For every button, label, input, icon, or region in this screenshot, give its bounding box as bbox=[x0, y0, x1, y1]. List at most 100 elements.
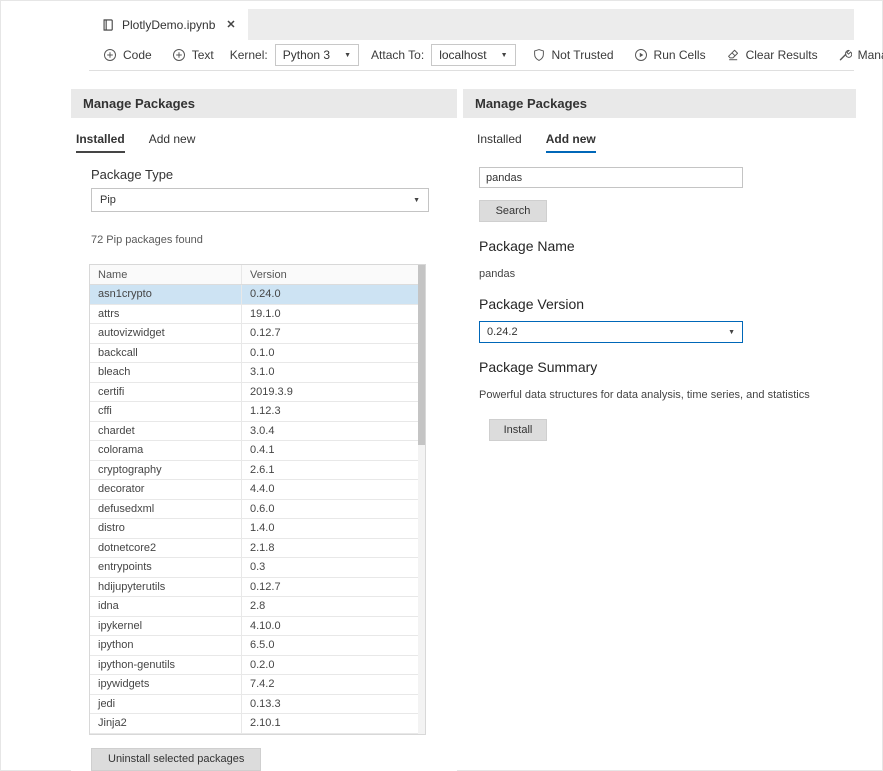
attach-to-label: Attach To: bbox=[371, 48, 424, 62]
scrollbar-thumb[interactable] bbox=[418, 265, 425, 445]
package-name-cell: colorama bbox=[90, 441, 242, 460]
circle-plus-icon bbox=[103, 48, 117, 62]
eraser-icon bbox=[726, 48, 740, 62]
package-version-cell: 0.24.0 bbox=[242, 285, 418, 304]
table-body: asn1crypto 0.24.0 attrs 19.1.0 autovizwi… bbox=[90, 285, 418, 734]
package-version-cell: 7.4.2 bbox=[242, 675, 418, 694]
tab-add-new[interactable]: Add new bbox=[546, 132, 596, 153]
package-name-cell: autovizwidget bbox=[90, 324, 242, 343]
run-icon bbox=[634, 48, 648, 62]
notebook-toolbar: Code Text Kernel: Python 3 ▼ Attach To: … bbox=[89, 40, 854, 71]
attach-to-dropdown[interactable]: localhost ▼ bbox=[431, 44, 515, 66]
table-row[interactable]: ipython-genutils 0.2.0 bbox=[90, 656, 418, 676]
package-version-cell: 6.5.0 bbox=[242, 636, 418, 655]
install-button[interactable]: Install bbox=[489, 419, 547, 441]
table-row[interactable]: chardet 3.0.4 bbox=[90, 422, 418, 442]
run-cells-button[interactable]: Run Cells bbox=[630, 48, 710, 62]
package-version-cell: 0.13.3 bbox=[242, 695, 418, 714]
chevron-down-icon: ▼ bbox=[344, 52, 351, 59]
table-row[interactable]: certifi 2019.3.9 bbox=[90, 383, 418, 403]
package-version-cell: 1.4.0 bbox=[242, 519, 418, 538]
table-row[interactable]: decorator 4.4.0 bbox=[90, 480, 418, 500]
package-version-dropdown[interactable]: 0.24.2 ▼ bbox=[479, 321, 743, 343]
table-row[interactable]: bleach 3.1.0 bbox=[90, 363, 418, 383]
package-name-cell: idna bbox=[90, 597, 242, 616]
package-type-value: Pip bbox=[100, 194, 116, 206]
package-name-heading: Package Name bbox=[479, 238, 856, 254]
add-code-button[interactable]: Code bbox=[99, 48, 156, 62]
tab-installed[interactable]: Installed bbox=[477, 132, 522, 153]
manage-packages-button[interactable]: Manage Packages bbox=[834, 48, 883, 62]
table-row[interactable]: Jinja2 2.10.1 bbox=[90, 714, 418, 734]
column-header-name[interactable]: Name bbox=[90, 265, 242, 284]
manage-packages-add-panel: Manage Packages Installed Add new Search… bbox=[463, 89, 856, 441]
table-row[interactable]: hdijupyterutils 0.12.7 bbox=[90, 578, 418, 598]
table-row[interactable]: backcall 0.1.0 bbox=[90, 344, 418, 364]
table-scrollbar[interactable] bbox=[418, 265, 425, 734]
attach-to-value: localhost bbox=[439, 48, 486, 62]
package-type-dropdown[interactable]: Pip ▼ bbox=[91, 188, 429, 212]
table-row[interactable]: defusedxml 0.6.0 bbox=[90, 500, 418, 520]
package-version-cell: 2.8 bbox=[242, 597, 418, 616]
chevron-down-icon: ▼ bbox=[413, 197, 420, 204]
uninstall-selected-button[interactable]: Uninstall selected packages bbox=[91, 748, 261, 771]
add-text-button[interactable]: Text bbox=[168, 48, 218, 62]
wrench-icon bbox=[838, 48, 852, 62]
package-name-cell: ipython bbox=[90, 636, 242, 655]
table-row[interactable]: attrs 19.1.0 bbox=[90, 305, 418, 325]
package-version-heading: Package Version bbox=[479, 296, 856, 312]
editor-tab-bar: PlotlyDemo.ipynb ✕ bbox=[89, 9, 854, 40]
search-button[interactable]: Search bbox=[479, 200, 547, 222]
table-row[interactable]: asn1crypto 0.24.0 bbox=[90, 285, 418, 305]
column-header-version[interactable]: Version bbox=[242, 265, 418, 284]
chevron-down-icon: ▼ bbox=[728, 329, 735, 336]
kernel-value: Python 3 bbox=[283, 48, 330, 62]
trust-label: Not Trusted bbox=[552, 48, 614, 62]
tab-add-new[interactable]: Add new bbox=[149, 132, 196, 153]
table-row[interactable]: entrypoints 0.3 bbox=[90, 558, 418, 578]
notebook-tab[interactable]: PlotlyDemo.ipynb ✕ bbox=[89, 9, 248, 40]
tab-close-icon[interactable]: ✕ bbox=[226, 18, 235, 31]
kernel-dropdown[interactable]: Python 3 ▼ bbox=[275, 44, 359, 66]
table-row[interactable]: jedi 0.13.3 bbox=[90, 695, 418, 715]
panel-title: Manage Packages bbox=[71, 89, 457, 118]
table-row[interactable]: autovizwidget 0.12.7 bbox=[90, 324, 418, 344]
table-row[interactable]: ipython 6.5.0 bbox=[90, 636, 418, 656]
table-row[interactable]: cryptography 2.6.1 bbox=[90, 461, 418, 481]
table-row[interactable]: cffi 1.12.3 bbox=[90, 402, 418, 422]
package-name-cell: chardet bbox=[90, 422, 242, 441]
package-version-cell: 0.4.1 bbox=[242, 441, 418, 460]
clear-results-button[interactable]: Clear Results bbox=[722, 48, 822, 62]
package-search-input[interactable] bbox=[479, 167, 743, 188]
package-version-cell: 2.10.1 bbox=[242, 714, 418, 733]
package-version-cell: 0.6.0 bbox=[242, 500, 418, 519]
package-version-cell: 19.1.0 bbox=[242, 305, 418, 324]
kernel-label: Kernel: bbox=[230, 48, 268, 62]
package-type-label: Package Type bbox=[91, 167, 457, 182]
package-name-cell: hdijupyterutils bbox=[90, 578, 242, 597]
package-version-cell: 2.1.8 bbox=[242, 539, 418, 558]
table-row[interactable]: colorama 0.4.1 bbox=[90, 441, 418, 461]
table-row[interactable]: distro 1.4.0 bbox=[90, 519, 418, 539]
trust-button[interactable]: Not Trusted bbox=[528, 48, 618, 62]
package-name-cell: entrypoints bbox=[90, 558, 242, 577]
manage-packages-installed-panel: Manage Packages Installed Add new Packag… bbox=[71, 89, 457, 771]
table-row[interactable]: ipywidgets 7.4.2 bbox=[90, 675, 418, 695]
table-row[interactable]: ipykernel 4.10.0 bbox=[90, 617, 418, 637]
package-version-value: 0.24.2 bbox=[487, 326, 518, 338]
package-name-cell: backcall bbox=[90, 344, 242, 363]
package-name-cell: cryptography bbox=[90, 461, 242, 480]
kernel-group: Kernel: Python 3 ▼ bbox=[230, 44, 359, 66]
package-version-cell: 0.12.7 bbox=[242, 578, 418, 597]
table-row[interactable]: dotnetcore2 2.1.8 bbox=[90, 539, 418, 559]
package-count-text: 72 Pip packages found bbox=[91, 234, 457, 246]
panel-tabs: Installed Add new bbox=[76, 132, 457, 153]
clear-results-label: Clear Results bbox=[746, 48, 818, 62]
run-cells-label: Run Cells bbox=[654, 48, 706, 62]
package-name-cell: ipykernel bbox=[90, 617, 242, 636]
package-name-cell: defusedxml bbox=[90, 500, 242, 519]
tab-installed[interactable]: Installed bbox=[76, 132, 125, 153]
package-version-cell: 4.4.0 bbox=[242, 480, 418, 499]
table-row[interactable]: idna 2.8 bbox=[90, 597, 418, 617]
package-version-cell: 0.12.7 bbox=[242, 324, 418, 343]
